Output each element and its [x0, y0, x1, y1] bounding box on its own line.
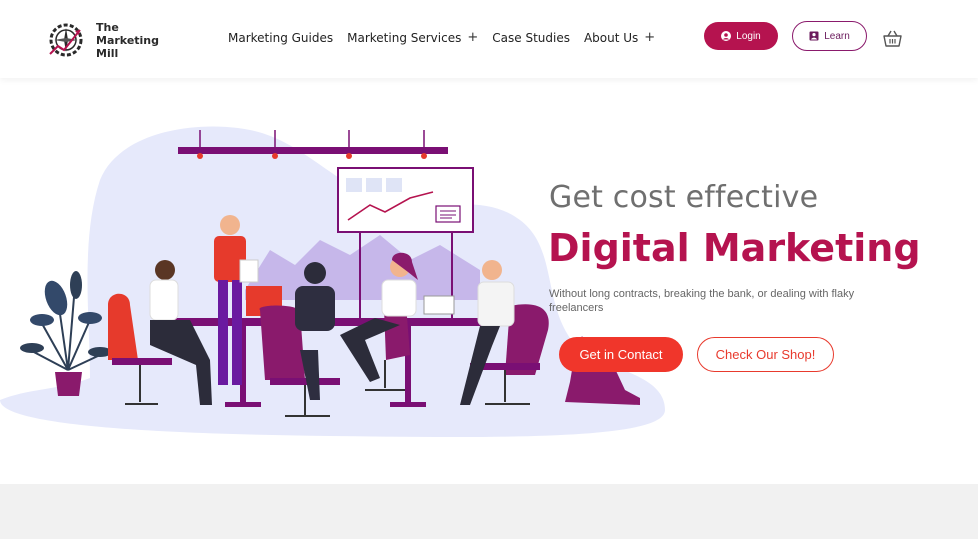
nav-item-label: About Us [583, 30, 639, 45]
nav-item-label: Marketing Services [347, 30, 462, 45]
site-header: The Marketing Mill Marketing Guides Mark… [0, 0, 978, 78]
brand-name: The Marketing Mill [96, 21, 159, 60]
brand-logo[interactable]: The Marketing Mill [44, 18, 174, 62]
main-nav: Marketing Guides Marketing Services + Ca… [228, 30, 669, 45]
get-in-contact-button[interactable]: Get in Contact [559, 337, 683, 372]
check-shop-button[interactable]: Check Our Shop! [697, 337, 834, 372]
nav-marketing-guides[interactable]: Marketing Guides [228, 31, 333, 45]
hero-description: Without long contracts, breaking the ban… [549, 288, 855, 314]
learner-icon [809, 31, 819, 41]
brand-name-line2: Marketing [96, 33, 160, 47]
learn-button[interactable]: Learn [792, 21, 867, 51]
nav-marketing-services[interactable]: Marketing Services + [347, 30, 478, 45]
gear-compass-logo-icon [49, 23, 83, 57]
brand-name-line1: The [96, 20, 119, 34]
team-meeting-illustration [0, 126, 665, 437]
hero-title: Digital Marketing [548, 226, 921, 270]
brand-name-line3: Mill [96, 46, 119, 60]
plus-icon[interactable]: + [467, 30, 478, 45]
basket-icon[interactable] [883, 30, 902, 48]
nav-about-us[interactable]: About Us + [584, 30, 655, 45]
user-icon [721, 31, 732, 41]
login-button[interactable]: Login [704, 22, 778, 50]
page: The Marketing Mill Marketing Guides Mark… [0, 0, 978, 539]
next-section-band [0, 484, 978, 539]
hero-subtitle: Get cost effective [549, 180, 819, 215]
nav-item-label: Case Studies [492, 30, 570, 45]
plus-icon[interactable]: + [644, 30, 655, 45]
nav-item-label: Marketing Guides [228, 30, 334, 45]
nav-case-studies[interactable]: Case Studies [492, 31, 570, 45]
login-label: Login [736, 30, 761, 42]
learn-label: Learn [824, 30, 850, 42]
